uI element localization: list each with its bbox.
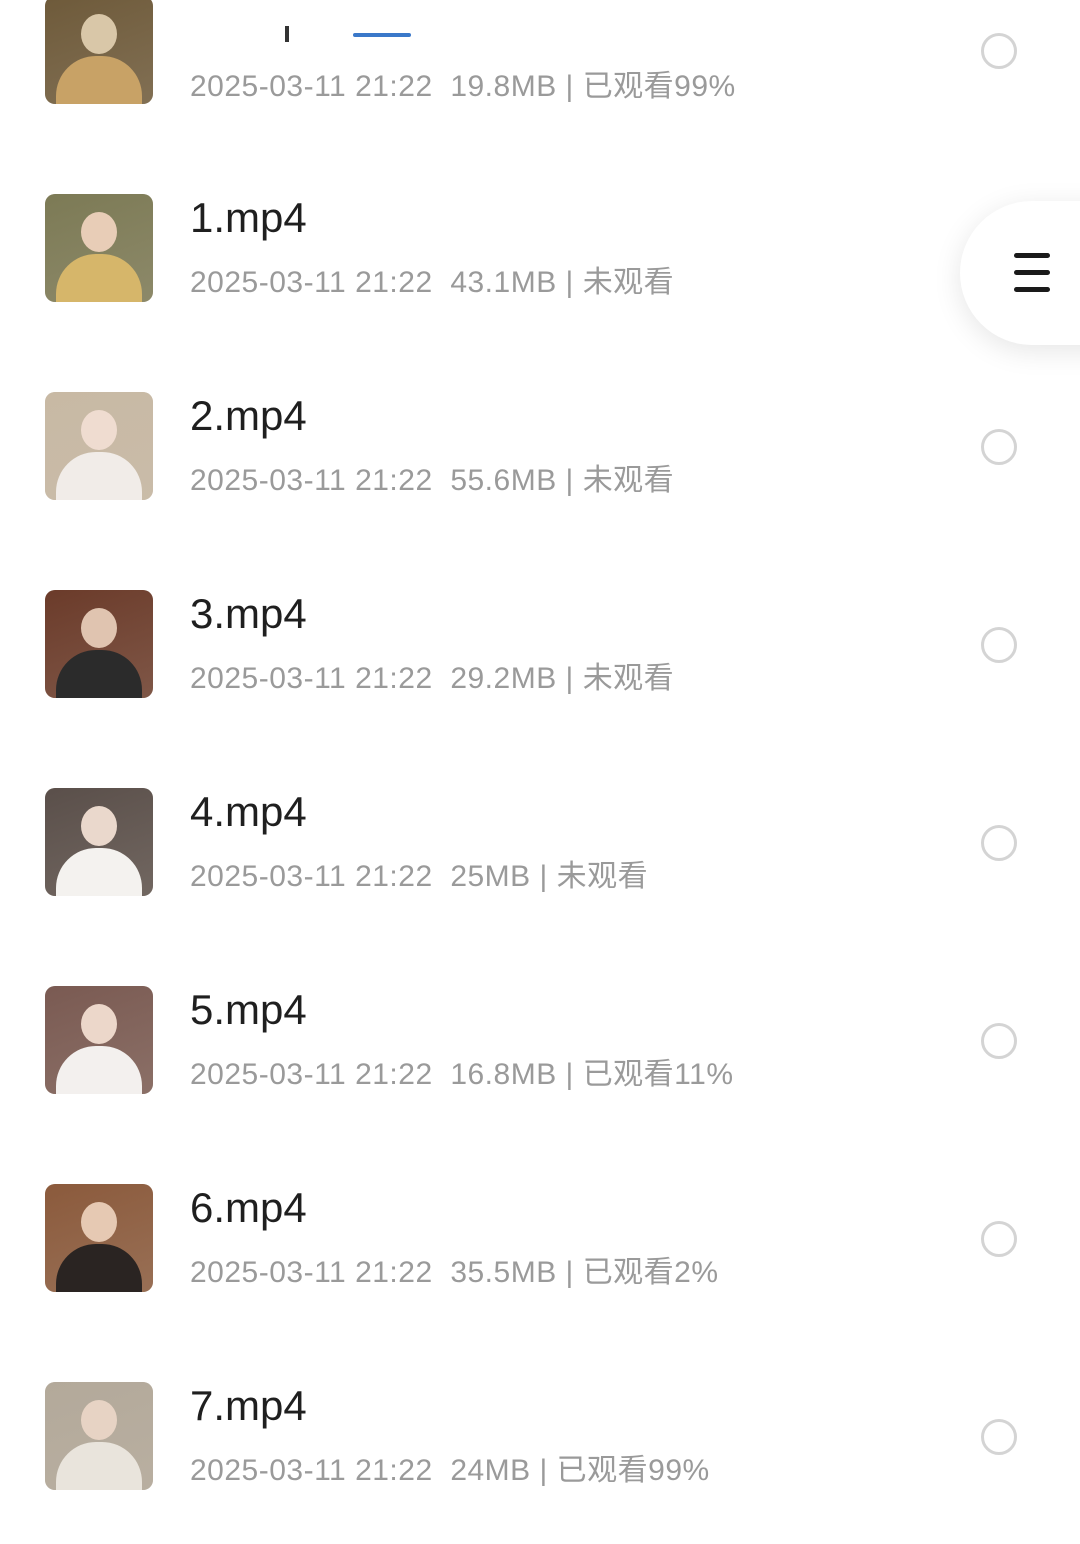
file-size: 25MB (450, 860, 531, 893)
select-radio[interactable] (981, 1221, 1017, 1257)
watch-status: 未观看 (582, 662, 675, 695)
file-size: 43.1MB (450, 266, 557, 299)
separator: | (565, 1256, 583, 1289)
file-title: 7.mp4 (190, 1382, 307, 1429)
thumb-head (81, 14, 117, 54)
separator: | (565, 70, 583, 103)
separator: | (565, 1058, 583, 1091)
file-title: 2.mp4 (190, 392, 307, 439)
title-fragment-accent (353, 33, 411, 37)
video-thumbnail (45, 1382, 153, 1490)
file-meta: 2025-03-11 21:22 19.8MB | 已观看99% (190, 61, 736, 105)
file-date: 2025-03-11 21:22 (190, 464, 433, 497)
file-date: 2025-03-11 21:22 (190, 1454, 433, 1487)
select-radio[interactable] (981, 429, 1017, 465)
title-fragment (285, 26, 289, 42)
file-size: 29.2MB (450, 662, 557, 695)
file-title: 1.mp4 (190, 194, 307, 241)
watch-status: 未观看 (582, 464, 675, 497)
list-item[interactable]: 7.mp4 2025-03-11 21:22 24MB | 已观看99% (0, 1346, 1080, 1544)
list-item[interactable]: 4.mp4 2025-03-11 21:22 25MB | 未观看 (0, 752, 1080, 950)
watch-status: 已观看2% (582, 1256, 719, 1289)
list-item[interactable]: 1.mp4 2025-03-11 21:22 43.1MB | 未观看 (0, 158, 1080, 356)
list-item[interactable]: 6.mp4 2025-03-11 21:22 35.5MB | 已观看2% (0, 1148, 1080, 1346)
file-date: 2025-03-11 21:22 (190, 70, 433, 103)
file-date: 2025-03-11 21:22 (190, 266, 433, 299)
file-title: 6.mp4 (190, 1184, 307, 1231)
file-size: 16.8MB (450, 1058, 557, 1091)
file-size: 35.5MB (450, 1256, 557, 1289)
separator: | (565, 464, 583, 497)
video-thumbnail (45, 788, 153, 896)
list-item[interactable]: 2025-03-11 21:22 19.8MB | 已观看99% (0, 0, 1080, 104)
video-thumbnail (45, 0, 153, 104)
file-meta: 2025-03-11 21:22 24MB | 已观看99% (190, 1445, 710, 1489)
list-item[interactable]: 2.mp4 2025-03-11 21:22 55.6MB | 未观看 (0, 356, 1080, 554)
watch-status: 未观看 (582, 266, 675, 299)
video-thumbnail (45, 194, 153, 302)
select-radio[interactable] (981, 627, 1017, 663)
select-radio[interactable] (981, 1419, 1017, 1455)
select-radio[interactable] (981, 33, 1017, 69)
video-thumbnail (45, 986, 153, 1094)
file-date: 2025-03-11 21:22 (190, 662, 433, 695)
file-date: 2025-03-11 21:22 (190, 1058, 433, 1091)
watch-status: 已观看11% (582, 1058, 734, 1091)
list-item[interactable]: 3.mp4 2025-03-11 21:22 29.2MB | 未观看 (0, 554, 1080, 752)
watch-status: 已观看99% (556, 1454, 710, 1487)
separator: | (565, 662, 583, 695)
watch-status: 已观看99% (582, 70, 736, 103)
select-radio[interactable] (981, 825, 1017, 861)
file-date: 2025-03-11 21:22 (190, 1256, 433, 1289)
video-file-list: 2025-03-11 21:22 19.8MB | 已观看99% 1.mp4 2… (0, 0, 1080, 1520)
file-title: 3.mp4 (190, 590, 307, 637)
file-meta: 2025-03-11 21:22 29.2MB | 未观看 (190, 653, 674, 697)
file-size: 24MB (450, 1454, 531, 1487)
file-title: 4.mp4 (190, 788, 307, 835)
select-radio[interactable] (981, 1023, 1017, 1059)
file-size: 19.8MB (450, 70, 557, 103)
file-meta: 2025-03-11 21:22 35.5MB | 已观看2% (190, 1247, 719, 1291)
separator: | (539, 860, 557, 893)
video-thumbnail (45, 590, 153, 698)
file-meta: 2025-03-11 21:22 43.1MB | 未观看 (190, 257, 674, 301)
menu-icon (1014, 253, 1050, 293)
file-meta: 2025-03-11 21:22 25MB | 未观看 (190, 851, 648, 895)
separator: | (565, 266, 583, 299)
file-meta: 2025-03-11 21:22 55.6MB | 未观看 (190, 455, 674, 499)
video-thumbnail (45, 1184, 153, 1292)
separator: | (539, 1454, 557, 1487)
video-thumbnail (45, 392, 153, 500)
file-title: 5.mp4 (190, 986, 307, 1033)
file-meta: 2025-03-11 21:22 16.8MB | 已观看11% (190, 1049, 734, 1093)
list-item[interactable]: 5.mp4 2025-03-11 21:22 16.8MB | 已观看11% (0, 950, 1080, 1148)
file-date: 2025-03-11 21:22 (190, 860, 433, 893)
watch-status: 未观看 (556, 860, 649, 893)
file-size: 55.6MB (450, 464, 557, 497)
